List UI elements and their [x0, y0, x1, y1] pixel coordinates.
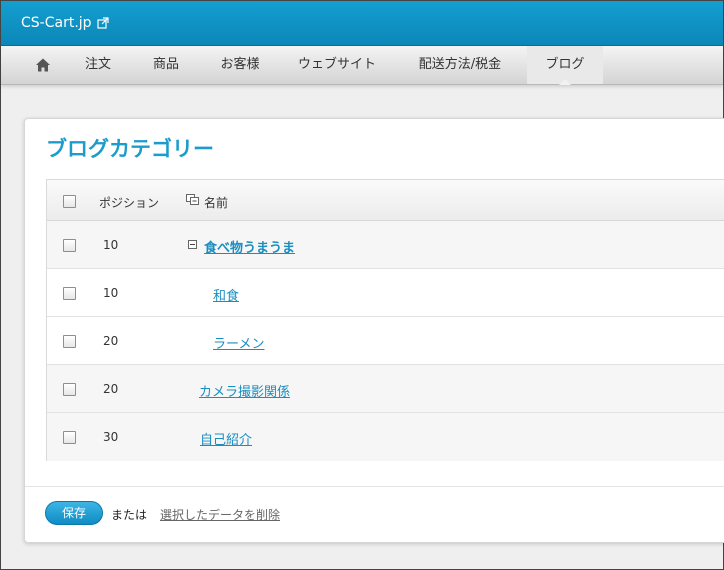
nav-shipping-taxes[interactable]: 配送方法/税金	[397, 46, 523, 84]
table-row: 10 食べ物うまうま	[47, 221, 724, 269]
row-checkbox[interactable]	[63, 239, 76, 252]
or-text: または	[111, 508, 148, 522]
row-position: 20	[103, 382, 119, 396]
table-row: 20 カメラ撮影関係	[47, 365, 724, 413]
delete-selected-link[interactable]: 選択したデータを削除	[160, 506, 280, 523]
category-link[interactable]: 和食	[213, 285, 239, 304]
category-link[interactable]: 食べ物うまうま	[204, 237, 295, 256]
category-link[interactable]: ラーメン	[213, 333, 264, 352]
row-checkbox[interactable]	[63, 431, 76, 444]
row-position: 10	[103, 286, 119, 300]
nav-website[interactable]: ウェブサイト	[285, 46, 389, 84]
category-table: ポジション 名前 10 食べ物うまうま 10 和食 20 ラーメン 20 カメラ…	[46, 179, 724, 461]
column-position: ポジション	[99, 196, 160, 210]
nav-blog[interactable]: ブログ	[527, 46, 603, 85]
nav-orders[interactable]: 注文	[67, 46, 129, 84]
home-icon	[36, 58, 50, 72]
table-row: 10 和食	[47, 269, 724, 317]
nav-customers[interactable]: お客様	[203, 46, 277, 84]
category-link[interactable]: 自己紹介	[200, 429, 252, 448]
row-position: 30	[103, 430, 119, 444]
table-row: 20 ラーメン	[47, 317, 724, 365]
row-position: 20	[103, 334, 119, 348]
save-button[interactable]: 保存	[45, 501, 103, 525]
nav-home[interactable]	[19, 46, 67, 84]
row-checkbox[interactable]	[63, 335, 76, 348]
table-row: 30 自己紹介	[47, 413, 724, 461]
expand-all-icon[interactable]	[186, 194, 200, 206]
row-checkbox[interactable]	[63, 383, 76, 396]
column-name: 名前	[204, 196, 229, 210]
content-panel: ブログカテゴリー ポジション 名前 10 食べ物うまうま 10 和食 20 ラー…	[24, 118, 724, 543]
top-bar: CS-Cart.jp	[1, 1, 723, 46]
page-title: ブログカテゴリー	[46, 137, 214, 161]
footer-divider	[25, 486, 724, 487]
site-name: CS-Cart.jp	[21, 15, 92, 31]
external-link-icon	[96, 17, 109, 29]
table-header: ポジション 名前	[47, 180, 724, 221]
select-all-checkbox[interactable]	[63, 195, 76, 208]
row-checkbox[interactable]	[63, 287, 76, 300]
collapse-icon[interactable]	[188, 240, 197, 249]
nav-products[interactable]: 商品	[135, 46, 197, 84]
site-link[interactable]: CS-Cart.jp	[21, 15, 109, 31]
row-position: 10	[103, 238, 119, 252]
category-link[interactable]: カメラ撮影関係	[199, 381, 290, 400]
main-nav: 注文 商品 お客様 ウェブサイト 配送方法/税金 ブログ	[1, 46, 723, 85]
